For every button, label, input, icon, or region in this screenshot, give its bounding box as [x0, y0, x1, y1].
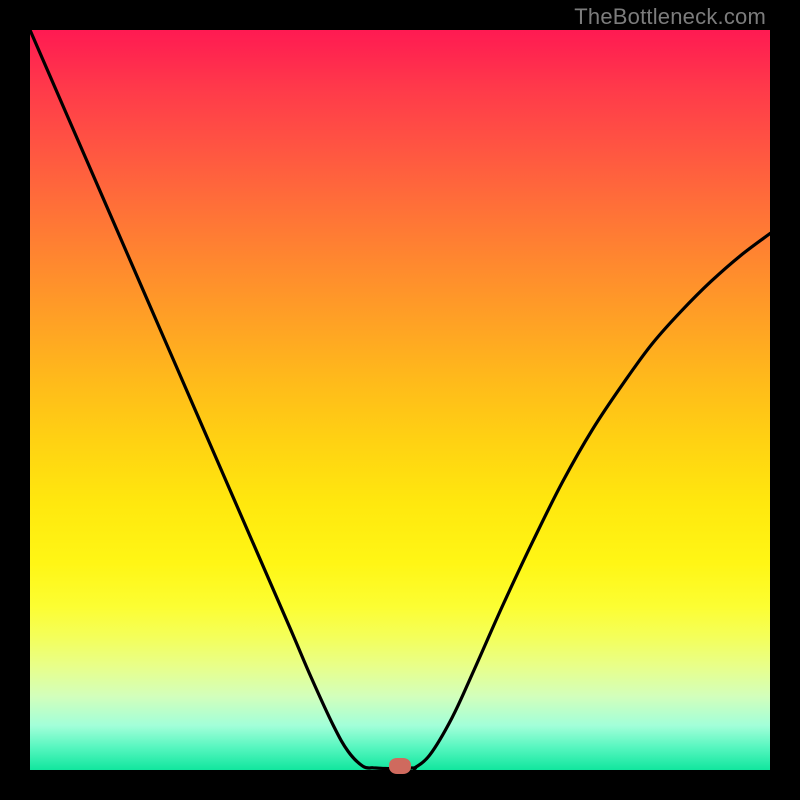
minimum-marker	[389, 758, 411, 774]
bottleneck-curve	[30, 30, 770, 770]
curve-path	[30, 30, 770, 769]
chart-frame: TheBottleneck.com	[0, 0, 800, 800]
watermark-text: TheBottleneck.com	[574, 4, 766, 30]
plot-area	[30, 30, 770, 770]
